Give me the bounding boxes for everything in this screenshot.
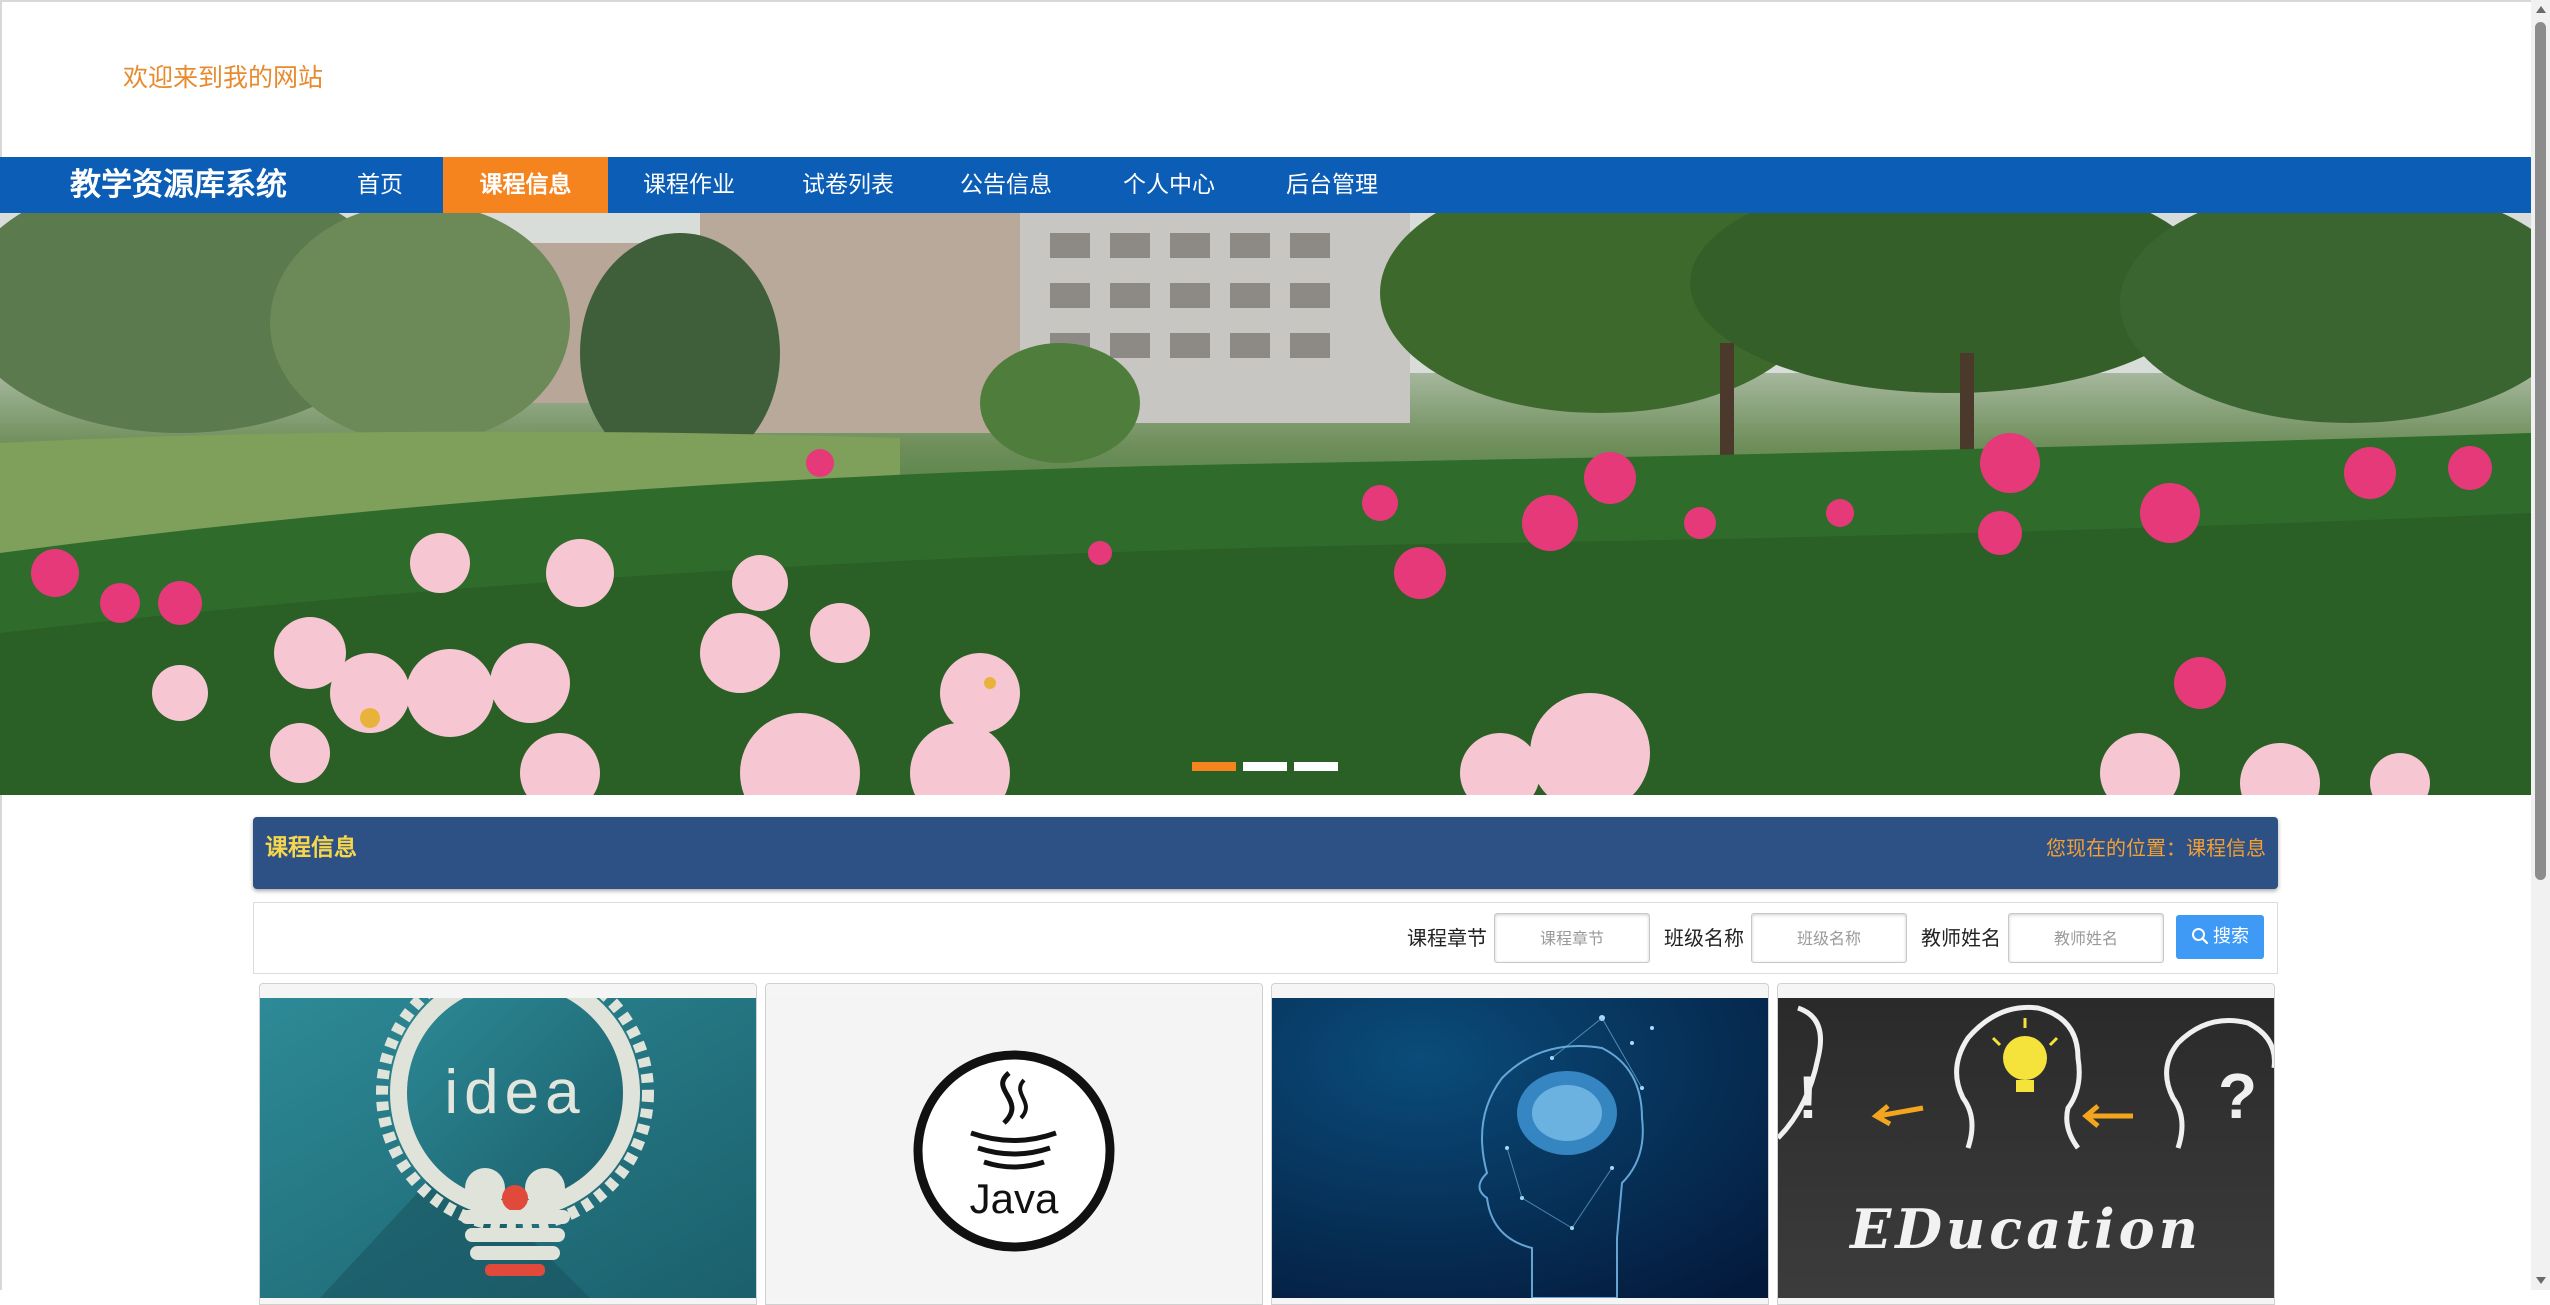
banner-campus-flowers-image [0, 213, 2531, 795]
nav-item-announcements[interactable]: 公告信息 [940, 157, 1072, 213]
nav-item-profile[interactable]: 个人中心 [1103, 157, 1235, 213]
search-label-chapter: 课程章节 [1407, 926, 1487, 950]
search-label-class: 班级名称 [1664, 926, 1744, 950]
welcome-text: 欢迎来到我的网站 [123, 63, 324, 92]
course-card-3[interactable] [1271, 983, 1769, 1305]
svg-text:?: ? [2218, 1060, 2257, 1132]
search-label-teacher: 教师姓名 [1921, 926, 2001, 950]
course-image-java: Java [766, 998, 1262, 1298]
svg-text:!: ! [1798, 1064, 1818, 1131]
banner-carousel[interactable] [0, 213, 2531, 795]
course-card-1[interactable]: idea [259, 983, 757, 1305]
nav-item-home[interactable]: 首页 [330, 157, 430, 213]
nav-item-courses[interactable]: 课程信息 [443, 157, 608, 213]
teacher-name-input[interactable] [2008, 913, 2164, 963]
chapter-input[interactable] [1494, 913, 1650, 963]
class-name-input[interactable] [1751, 913, 1907, 963]
course-image-brain [1272, 998, 1768, 1298]
section-title: 课程信息 [265, 835, 357, 861]
education-image-text: EDucation [1848, 1197, 2202, 1261]
main-navbar: 教学资源库系统 首页 课程信息 课程作业 试卷列表 公告信息 个人中心 后台管理 [0, 157, 2531, 213]
search-bar: 课程章节 班级名称 教师姓名 搜索 [253, 902, 2278, 974]
site-brand[interactable]: 教学资源库系统 [70, 157, 287, 213]
scrollbar-thumb[interactable] [2535, 22, 2546, 880]
nav-item-exams[interactable]: 试卷列表 [782, 157, 914, 213]
search-button-label: 搜索 [2213, 926, 2249, 947]
window-frame-top [0, 0, 2550, 2]
course-card-2[interactable]: Java [765, 983, 1263, 1305]
carousel-dot-2[interactable] [1243, 762, 1287, 771]
course-image-idea: idea [260, 998, 756, 1298]
search-button[interactable]: 搜索 [2176, 915, 2264, 959]
carousel-dot-1[interactable] [1192, 762, 1236, 771]
course-card-4[interactable]: ! ? EDucation [1777, 983, 2275, 1305]
search-icon [2192, 928, 2209, 945]
nav-item-assignments[interactable]: 课程作业 [623, 157, 755, 213]
breadcrumb-location: 您现在的位置：课程信息 [2046, 836, 2266, 860]
course-image-education: ! ? EDucation [1778, 998, 2274, 1298]
idea-image-text: idea [444, 1058, 585, 1127]
carousel-dot-3[interactable] [1294, 762, 1338, 771]
java-image-text: Java [970, 1175, 1059, 1222]
scroll-up-arrow-icon[interactable] [2536, 6, 2546, 13]
section-header: 课程信息 您现在的位置：课程信息 [253, 817, 2278, 889]
nav-item-admin[interactable]: 后台管理 [1266, 157, 1398, 213]
scroll-down-arrow-icon[interactable] [2536, 1277, 2546, 1284]
